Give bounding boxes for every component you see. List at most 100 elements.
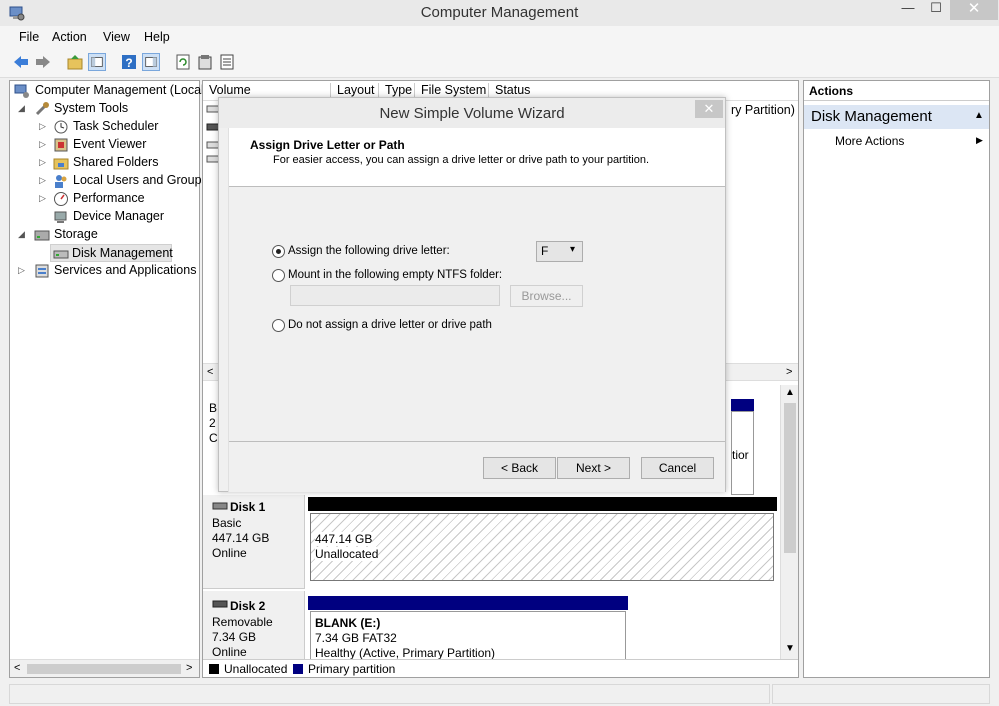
collapse-arrow-icon[interactable]: ▲ bbox=[974, 110, 984, 121]
actions-header: Actions bbox=[804, 81, 989, 101]
actions-title: Actions bbox=[809, 84, 854, 98]
scroll-thumb[interactable] bbox=[27, 664, 181, 674]
close-button[interactable]: ✕ bbox=[950, 0, 998, 20]
expand-arrow-icon[interactable]: ▷ bbox=[39, 175, 46, 186]
collapse-arrow-icon[interactable]: ◢ bbox=[18, 229, 25, 240]
help-icon[interactable]: ? bbox=[120, 53, 138, 71]
tree-item-root[interactable]: Computer Management (Local bbox=[12, 82, 204, 100]
shared-folder-icon bbox=[53, 158, 69, 170]
tree-item-storage[interactable]: ◢ Storage bbox=[12, 226, 198, 244]
expand-arrow-icon[interactable]: ▷ bbox=[39, 139, 46, 150]
menu-action[interactable]: Action bbox=[52, 30, 87, 44]
forward-arrow-icon[interactable] bbox=[34, 53, 52, 71]
collapse-arrow-icon[interactable]: ◢ bbox=[18, 103, 25, 114]
tree-horizontal-scrollbar[interactable]: < > bbox=[10, 659, 199, 677]
performance-gauge-icon bbox=[54, 192, 68, 206]
folder-path-input[interactable] bbox=[290, 285, 500, 306]
tree-item-shared-folders[interactable]: ▷ Shared Folders bbox=[12, 154, 198, 172]
tree-item-system-tools[interactable]: ◢ System Tools bbox=[12, 100, 198, 118]
disk-management-icon bbox=[53, 250, 69, 259]
properties-icon[interactable] bbox=[196, 53, 214, 71]
expand-arrow-icon[interactable]: ▷ bbox=[18, 265, 25, 276]
disk-1-name: Disk 1 bbox=[230, 500, 266, 514]
disk-2-partition-blank[interactable]: BLANK (E:) 7.34 GB FAT32 Healthy (Active… bbox=[310, 611, 626, 659]
wizard-title-bar: New Simple Volume Wizard ✕ bbox=[219, 98, 725, 128]
back-arrow-icon[interactable] bbox=[12, 53, 30, 71]
wizard-heading: Assign Drive Letter or Path bbox=[250, 138, 405, 152]
label-assign-letter[interactable]: Assign the following drive letter: bbox=[288, 245, 450, 257]
expand-arrow-icon[interactable]: ▷ bbox=[39, 193, 46, 204]
scroll-left-arrow-icon[interactable]: < bbox=[207, 366, 213, 378]
disk-0-partition-partial[interactable]: tior bbox=[731, 411, 754, 495]
expand-arrow-icon[interactable]: ▷ bbox=[39, 121, 46, 132]
wizard-title: New Simple Volume Wizard bbox=[379, 105, 565, 122]
show-hide-tree-icon[interactable] bbox=[88, 53, 106, 71]
disk-2-partition-status: Healthy (Active, Primary Partition) bbox=[315, 646, 496, 659]
wizard-close-button[interactable]: ✕ bbox=[695, 100, 723, 118]
disk-1-unallocated-bar bbox=[308, 497, 777, 511]
next-button[interactable]: Next > bbox=[557, 457, 630, 479]
label-mount-folder[interactable]: Mount in the following empty NTFS folder… bbox=[288, 269, 502, 281]
tree-item-local-users[interactable]: ▷ Local Users and Groups bbox=[12, 172, 208, 190]
wizard-header: Assign Drive Letter or Path For easier a… bbox=[229, 128, 725, 187]
toolbar: ? bbox=[0, 48, 999, 78]
wizard-subheading: For easier access, you can assign a driv… bbox=[273, 154, 650, 166]
scroll-right-arrow-icon[interactable]: > bbox=[186, 662, 192, 674]
disk-legend: Unallocated Primary partition bbox=[203, 659, 798, 677]
tree-item-device-manager[interactable]: Device Manager bbox=[12, 208, 198, 226]
users-icon bbox=[55, 175, 67, 188]
drive-letter-select[interactable]: F ▾ bbox=[536, 241, 583, 262]
disk-2-primary-bar bbox=[308, 596, 628, 610]
status-section-right bbox=[772, 684, 990, 704]
up-folder-icon[interactable] bbox=[66, 53, 84, 71]
export-list-icon[interactable] bbox=[218, 53, 236, 71]
disk-1-partition-label: Unallocated bbox=[315, 547, 379, 561]
scroll-down-arrow-icon[interactable]: ▼ bbox=[785, 643, 795, 654]
disk-view-vertical-scrollbar[interactable]: ▲ ▼ bbox=[780, 385, 798, 659]
radio-no-letter[interactable] bbox=[272, 319, 285, 332]
clock-icon bbox=[54, 120, 68, 134]
label-no-letter[interactable]: Do not assign a drive letter or drive pa… bbox=[288, 319, 492, 331]
disk-0-partition-bar bbox=[731, 399, 754, 411]
disk-1-unallocated-partition[interactable]: 447.14 GB Unallocated bbox=[310, 513, 774, 581]
disk-2-name: Disk 2 bbox=[230, 599, 266, 613]
submenu-arrow-icon: ▶ bbox=[976, 135, 983, 145]
refresh-icon[interactable] bbox=[174, 53, 192, 71]
disk-2-info[interactable]: Disk 2 Removable 7.34 GB Online bbox=[203, 591, 305, 659]
action-more-actions[interactable]: More Actions ▶ bbox=[804, 131, 989, 151]
menu-help[interactable]: Help bbox=[144, 30, 170, 44]
radio-assign-letter[interactable] bbox=[272, 245, 285, 258]
show-action-pane-icon[interactable] bbox=[142, 53, 160, 71]
disk-1-info[interactable]: Disk 1 Basic 447.14 GB Online bbox=[203, 495, 305, 589]
actions-pane: Actions Disk Management ▲ More Actions ▶ bbox=[803, 80, 990, 678]
tools-icon bbox=[35, 102, 49, 116]
back-button[interactable]: < Back bbox=[483, 457, 556, 479]
tree-item-performance[interactable]: ▷ Performance bbox=[12, 190, 198, 208]
actions-section-disk-management[interactable]: Disk Management ▲ bbox=[804, 105, 989, 129]
maximize-button[interactable]: ☐ bbox=[923, 0, 949, 20]
legend-swatch-unallocated bbox=[209, 664, 219, 674]
scroll-right-arrow-icon[interactable]: > bbox=[786, 366, 792, 378]
legend-swatch-primary bbox=[293, 664, 303, 674]
disk-icon bbox=[212, 502, 228, 510]
title-bar: Computer Management — ☐ ✕ bbox=[0, 0, 999, 26]
minimize-button[interactable]: — bbox=[893, 0, 923, 20]
tree-item-event-viewer[interactable]: ▷ Event Viewer bbox=[12, 136, 198, 154]
disk-2-type: Removable bbox=[212, 615, 273, 629]
volume-status-fragment: ry Partition) bbox=[731, 103, 795, 117]
menu-view[interactable]: View bbox=[103, 30, 130, 44]
browse-button[interactable]: Browse... bbox=[510, 285, 583, 307]
radio-mount-folder[interactable] bbox=[272, 269, 285, 282]
scroll-up-arrow-icon[interactable]: ▲ bbox=[785, 387, 795, 398]
scroll-thumb[interactable] bbox=[784, 403, 796, 553]
wizard-body: Assign Drive Letter or Path For easier a… bbox=[228, 128, 725, 492]
expand-arrow-icon[interactable]: ▷ bbox=[39, 157, 46, 168]
scroll-left-arrow-icon[interactable]: < bbox=[14, 662, 20, 674]
cancel-button[interactable]: Cancel bbox=[641, 457, 714, 479]
tree-item-task-scheduler[interactable]: ▷ Task Scheduler bbox=[12, 118, 198, 136]
tree-item-disk-management[interactable]: Disk Management bbox=[50, 244, 173, 262]
tree-item-services[interactable]: ▷ Services and Applications bbox=[12, 262, 198, 280]
menu-file[interactable]: File bbox=[19, 30, 39, 44]
device-manager-icon bbox=[54, 211, 67, 223]
wizard-separator bbox=[229, 441, 725, 442]
